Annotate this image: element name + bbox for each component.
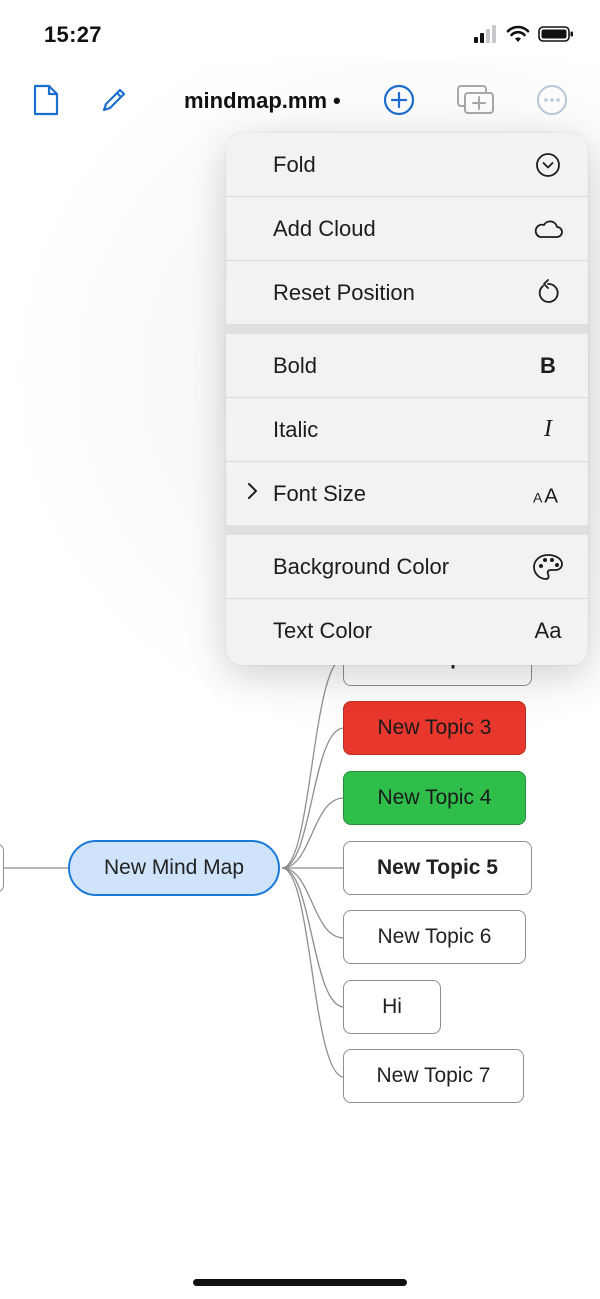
unsaved-dot: •	[333, 88, 341, 113]
italic-icon: I	[544, 416, 552, 442]
document-title-text: mindmap.mm	[184, 88, 328, 113]
menu-item-background-color[interactable]: Background Color	[226, 535, 588, 599]
home-indicator[interactable]	[193, 1279, 407, 1286]
left-topic-node[interactable]	[0, 843, 4, 893]
menu-item-italic[interactable]: Italic I	[226, 398, 588, 462]
menu-item-label: Bold	[273, 352, 318, 378]
menu-item-text-color[interactable]: Text Color Aa	[226, 599, 588, 662]
bold-icon: B	[540, 352, 556, 378]
add-circle-icon	[383, 84, 415, 121]
add-topic-button[interactable]	[377, 78, 421, 126]
menu-item-label: Fold	[273, 151, 316, 177]
svg-text:A: A	[544, 484, 558, 506]
status-icons	[474, 24, 574, 48]
topic-node-7[interactable]: New Topic 7	[343, 1049, 524, 1103]
context-menu: Fold Add Cloud Reset Position Bold B Ita…	[226, 133, 588, 665]
menu-item-label: Add Cloud	[273, 215, 376, 241]
chevron-right-icon	[246, 482, 258, 506]
new-window-button[interactable]	[454, 78, 498, 126]
menu-separator	[226, 324, 588, 334]
menu-item-label: Font Size	[273, 480, 366, 506]
text-color-icon: Aa	[534, 617, 562, 643]
menu-item-add-cloud[interactable]: Add Cloud	[226, 197, 588, 261]
menu-separator	[226, 525, 588, 535]
menu-item-fold[interactable]: Fold	[226, 133, 588, 197]
cloud-icon	[532, 213, 564, 245]
battery-icon	[538, 25, 574, 48]
svg-text:A: A	[533, 489, 543, 505]
menu-item-label: Background Color	[273, 553, 450, 579]
more-button[interactable]	[530, 78, 574, 126]
toolbar: mindmap.mm •	[0, 78, 600, 126]
rotate-left-icon	[532, 277, 564, 309]
menu-item-font-size[interactable]: Font Size A A	[226, 462, 588, 525]
menu-item-label: Italic	[273, 416, 319, 442]
status-bar: 15:27	[0, 0, 600, 70]
menu-item-bold[interactable]: Bold B	[226, 334, 588, 398]
more-icon	[536, 84, 568, 121]
chevron-down-circle-icon	[532, 149, 564, 181]
clock: 15:27	[44, 22, 102, 47]
font-size-icon: A A	[532, 478, 564, 510]
pencil-icon	[99, 85, 129, 120]
document-title: mindmap.mm •	[184, 88, 341, 114]
document-button[interactable]	[24, 78, 68, 126]
topic-node-4[interactable]: New Topic 4	[343, 771, 526, 825]
root-topic[interactable]: New Mind Map	[68, 840, 280, 896]
edit-button[interactable]	[92, 78, 136, 126]
add-window-icon	[456, 84, 496, 121]
palette-icon	[532, 551, 564, 583]
topic-node-hi[interactable]: Hi	[343, 980, 441, 1034]
menu-item-label: Reset Position	[273, 279, 415, 305]
wifi-icon	[506, 25, 530, 48]
signal-icon	[474, 24, 498, 48]
document-icon	[32, 83, 60, 122]
topic-node-5[interactable]: New Topic 5	[343, 841, 532, 895]
menu-item-reset-position[interactable]: Reset Position	[226, 261, 588, 324]
topic-node-6[interactable]: New Topic 6	[343, 910, 526, 964]
topic-node-3[interactable]: New Topic 3	[343, 701, 526, 755]
menu-item-label: Text Color	[273, 617, 373, 643]
